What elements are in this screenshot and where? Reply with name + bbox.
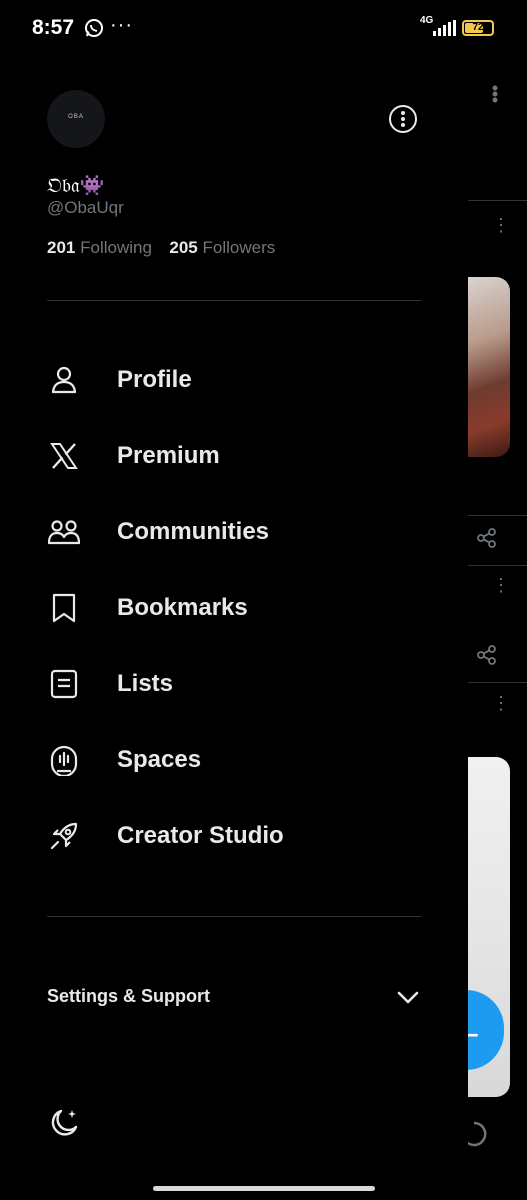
following-count: 201	[47, 238, 76, 257]
nav-item-communities[interactable]: Communities	[47, 504, 447, 560]
feed-divider	[468, 515, 527, 516]
followers-link[interactable]: 205 Followers	[169, 238, 275, 257]
following-link[interactable]: 201 Following	[47, 238, 157, 257]
signal-icon	[433, 20, 456, 36]
settings-support-toggle[interactable]: Settings & Support	[47, 976, 421, 1016]
following-label: Following	[80, 238, 152, 257]
status-time: 8:57	[32, 16, 75, 39]
nav-item-bookmarks[interactable]: Bookmarks	[47, 580, 447, 636]
avatar[interactable]: OBA	[47, 90, 105, 148]
nav-item-premium[interactable]: Premium	[47, 428, 447, 484]
more-vertical-icon[interactable]: ⋮	[492, 576, 510, 594]
communities-icon	[47, 515, 81, 549]
more-vertical-icon[interactable]: ⋮	[492, 694, 510, 712]
chevron-down-icon	[397, 991, 419, 1004]
more-vertical-icon[interactable]: • • •	[490, 79, 500, 109]
nav-item-creator-studio[interactable]: Creator Studio	[47, 808, 447, 864]
battery-level: 72	[472, 22, 484, 33]
spaces-icon	[47, 743, 81, 777]
x-logo-icon	[47, 439, 81, 473]
nav-item-spaces[interactable]: Spaces	[47, 732, 447, 788]
feed-divider	[468, 200, 527, 201]
display-name[interactable]: 𝔒𝔟𝔞👾	[47, 173, 105, 197]
followers-count: 205	[169, 238, 198, 257]
nav-item-lists[interactable]: Lists	[47, 656, 447, 712]
navigation-drawer: OBA 𝔒𝔟𝔞👾 @ObaUqr 201 Following 205 Follo…	[0, 60, 468, 1200]
nav-label-spaces: Spaces	[117, 746, 202, 773]
notification-more-icon: ···	[110, 14, 133, 36]
feed-image[interactable]	[468, 277, 510, 457]
list-icon	[47, 667, 81, 701]
status-bar: 8:57 ··· 4G 72	[0, 0, 527, 60]
nav-label-premium: Premium	[117, 442, 220, 469]
nav-label-profile: Profile	[117, 366, 192, 393]
nav-label-bookmarks: Bookmarks	[117, 594, 248, 621]
more-vertical-icon[interactable]: ⋮	[492, 216, 510, 234]
whatsapp-icon	[85, 19, 103, 37]
settings-support-label: Settings & Support	[47, 986, 210, 1006]
bookmark-icon	[47, 591, 81, 625]
follow-stats: 201 Following 205 Followers	[47, 238, 275, 258]
person-icon	[47, 363, 81, 397]
section-divider	[47, 916, 421, 917]
moon-icon[interactable]	[47, 1106, 81, 1140]
section-divider	[47, 300, 421, 301]
avatar-text: OBA	[68, 114, 84, 120]
nav-item-profile[interactable]: Profile	[47, 352, 447, 408]
more-options-icon[interactable]	[388, 104, 418, 134]
rocket-icon	[47, 819, 81, 853]
share-icon[interactable]	[476, 527, 498, 549]
battery-icon: 72	[462, 20, 494, 36]
gesture-home-bar[interactable]	[153, 1186, 375, 1191]
feed-divider	[468, 565, 527, 566]
share-icon[interactable]	[476, 644, 498, 666]
nav-label-communities: Communities	[117, 518, 270, 545]
followers-label: Followers	[202, 238, 276, 257]
nav-label-lists: Lists	[117, 670, 174, 697]
user-handle: @ObaUqr	[47, 198, 124, 217]
feed-divider	[468, 682, 527, 683]
nav-label-creator-studio: Creator Studio	[117, 822, 284, 849]
